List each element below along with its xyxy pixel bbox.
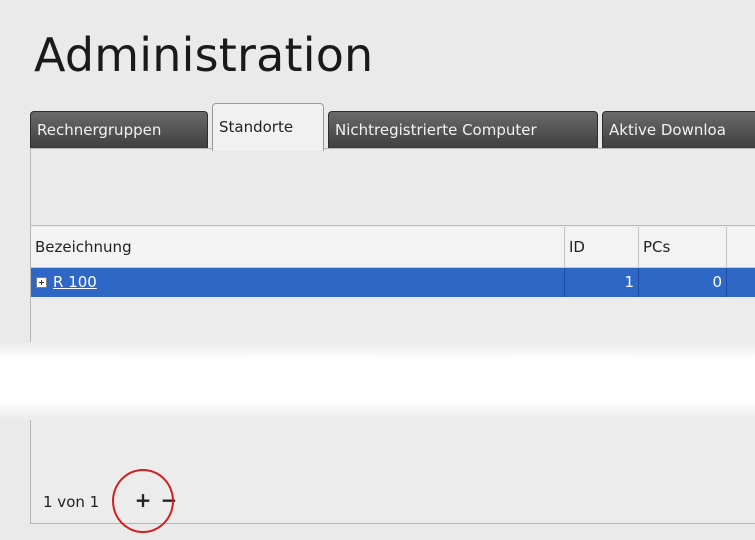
row-id-cell: 1 [565, 268, 639, 297]
tab-standorte[interactable]: Standorte [212, 103, 324, 151]
administration-window: Administration Rechnergruppen Standorte … [0, 0, 755, 540]
row-name-link[interactable]: R 100 [53, 268, 97, 297]
plus-square-icon[interactable] [36, 277, 47, 288]
row-pcs-cell: 0 [639, 268, 727, 297]
column-header-id[interactable]: ID [565, 227, 639, 267]
table-row[interactable]: R 100 1 0 [31, 268, 755, 297]
tab-nichtregistrierte-computer[interactable]: Nichtregistrierte Computer [328, 111, 598, 148]
highlight-circle [112, 469, 174, 533]
tab-rechnergruppen[interactable]: Rechnergruppen [30, 111, 208, 148]
standorte-panel: Bezeichnung ID PCs R 100 1 0 1 von 1 + − [30, 148, 755, 524]
tab-bar: Rechnergruppen Standorte Nichtregistrier… [30, 101, 755, 151]
toolbar-area [31, 149, 755, 226]
grid-header: Bezeichnung ID PCs [31, 227, 755, 268]
page-title: Administration [34, 28, 374, 82]
pager-text: 1 von 1 [43, 493, 100, 511]
tab-aktive-downloads[interactable]: Aktive Downloa [602, 111, 755, 148]
row-name-cell: R 100 [31, 268, 565, 297]
column-header-bezeichnung[interactable]: Bezeichnung [31, 227, 565, 267]
blurred-region [0, 342, 755, 420]
column-header-pcs[interactable]: PCs [639, 227, 727, 267]
